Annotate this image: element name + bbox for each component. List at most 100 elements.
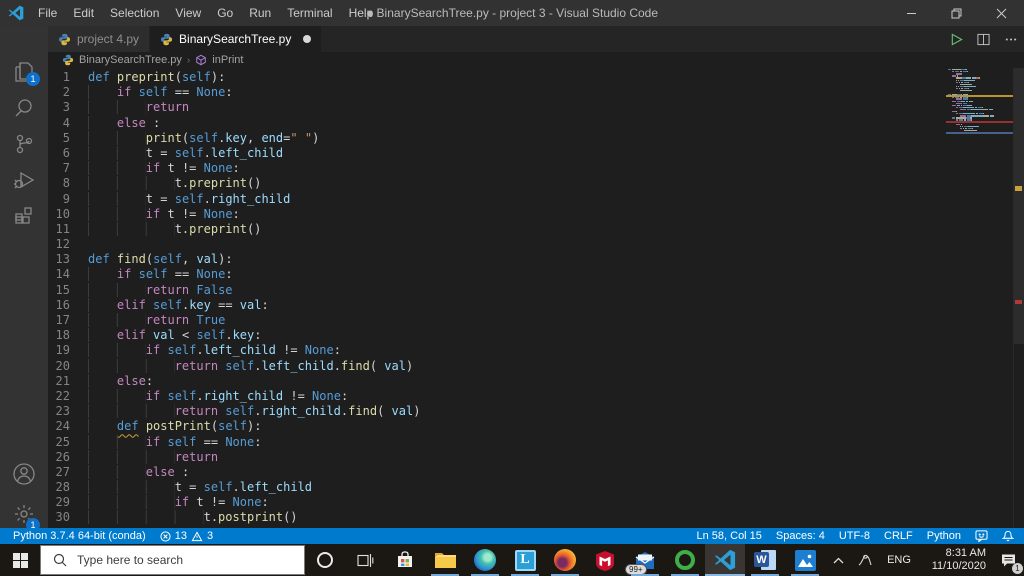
cortana-icon[interactable] — [305, 544, 345, 576]
code-line[interactable]: 28 t = self.left_child — [48, 480, 948, 495]
line-number[interactable]: 17 — [48, 313, 88, 328]
code-line[interactable]: 19 if self.left_child != None: — [48, 343, 948, 358]
green-ring-app-icon[interactable] — [665, 544, 705, 576]
menu-item-view[interactable]: View — [167, 0, 209, 26]
code-line[interactable]: 24 def postPrint(self): — [48, 419, 948, 434]
word-icon[interactable]: W — [745, 544, 785, 576]
extensions-icon[interactable] — [0, 196, 48, 236]
line-number[interactable]: 2 — [48, 85, 88, 100]
python-interpreter[interactable]: Python 3.7.4 64-bit (conda) — [6, 528, 153, 544]
run-python-file-icon[interactable] — [950, 32, 963, 46]
photos-icon[interactable] — [785, 544, 825, 576]
line-number[interactable]: 29 — [48, 495, 88, 510]
line-number[interactable]: 23 — [48, 404, 88, 419]
more-actions-icon[interactable] — [1004, 33, 1018, 46]
line-number[interactable]: 19 — [48, 343, 88, 358]
code-line[interactable]: 27 else : — [48, 464, 948, 480]
code-line[interactable]: 18 elif val < self.key: — [48, 328, 948, 343]
line-number[interactable]: 4 — [48, 116, 88, 131]
menu-item-selection[interactable]: Selection — [102, 0, 167, 26]
code-line[interactable]: 23 return self.right_child.find( val) — [48, 404, 948, 419]
line-number[interactable]: 12 — [48, 237, 88, 252]
line-number[interactable]: 15 — [48, 283, 88, 298]
notifications-bell-icon[interactable] — [995, 528, 1024, 544]
line-number[interactable]: 27 — [48, 465, 88, 480]
tray-pen-icon[interactable] — [850, 544, 880, 576]
line-number[interactable]: 3 — [48, 100, 88, 115]
line-number[interactable]: 28 — [48, 480, 88, 495]
explorer-icon[interactable]: 1 — [0, 52, 48, 92]
line-number[interactable]: 10 — [48, 207, 88, 222]
code-editor[interactable]: 1 def preprint(self): 2 if self == None: 3 … — [48, 68, 1024, 528]
code-line[interactable]: 4 else : — [48, 115, 948, 131]
firefox-icon[interactable] — [545, 544, 585, 576]
tab-binarysearchtree[interactable]: BinarySearchTree.py — [150, 26, 322, 52]
line-number[interactable]: 24 — [48, 419, 88, 434]
code-line[interactable]: 2 if self == None: — [48, 85, 948, 100]
code-line[interactable]: 21 else: — [48, 373, 948, 389]
code-line[interactable]: 29 if t != None: — [48, 495, 948, 510]
code-line[interactable]: 25 if self == None: — [48, 434, 948, 450]
line-number[interactable]: 26 — [48, 450, 88, 465]
clock[interactable]: 8:31 AM 11/10/2020 — [918, 544, 992, 576]
code-line[interactable]: 22 if self.right_child != None: — [48, 388, 948, 404]
menu-item-edit[interactable]: Edit — [65, 0, 102, 26]
lockdown-browser-icon[interactable]: L — [505, 544, 545, 576]
breadcrumb-symbol[interactable]: inPrint — [212, 54, 243, 66]
file-explorer-icon[interactable] — [425, 544, 465, 576]
code-line[interactable]: 20 return self.left_child.find( val) — [48, 358, 948, 374]
close-button[interactable] — [979, 0, 1024, 26]
encoding[interactable]: UTF-8 — [832, 528, 877, 544]
line-number[interactable]: 14 — [48, 267, 88, 282]
indentation[interactable]: Spaces: 4 — [769, 528, 832, 544]
task-view-icon[interactable] — [345, 544, 385, 576]
code-line[interactable]: 14 if self == None: — [48, 267, 948, 282]
code-line[interactable]: 16 elif self.key == val: — [48, 297, 948, 313]
cursor-position[interactable]: Ln 58, Col 15 — [689, 528, 768, 544]
code-line[interactable]: 26 return — [48, 449, 948, 465]
menu-item-run[interactable]: Run — [241, 0, 279, 26]
line-number[interactable]: 5 — [48, 131, 88, 146]
action-center-icon[interactable]: 1 — [992, 544, 1024, 576]
line-number[interactable]: 22 — [48, 389, 88, 404]
line-number[interactable]: 16 — [48, 298, 88, 313]
code-line[interactable]: 9 t = self.right_child — [48, 191, 948, 207]
start-button[interactable] — [0, 544, 40, 576]
line-number[interactable]: 30 — [48, 510, 88, 525]
language-mode[interactable]: Python — [920, 528, 968, 544]
minimize-button[interactable] — [889, 0, 934, 26]
code-line[interactable]: 13 def find(self, val): — [48, 252, 948, 267]
tray-chevron-up-icon[interactable] — [826, 544, 850, 576]
modified-dot-icon[interactable] — [303, 35, 312, 43]
code-line[interactable]: 5 print(self.key, end=" ") — [48, 130, 948, 146]
eol-sequence[interactable]: CRLF — [877, 528, 920, 544]
code-line[interactable]: 1 def preprint(self): — [48, 70, 948, 85]
code-line[interactable]: 3 return — [48, 100, 948, 115]
edge-browser-icon[interactable] — [465, 544, 505, 576]
run-debug-icon[interactable] — [0, 160, 48, 200]
code-line[interactable]: 15 return False — [48, 282, 948, 298]
language-indicator[interactable]: ENG — [880, 544, 918, 576]
feedback-icon[interactable] — [968, 528, 995, 544]
minimap[interactable] — [946, 69, 1013, 527]
line-number[interactable]: 8 — [48, 176, 88, 191]
code-line[interactable]: 8 t.preprint() — [48, 176, 948, 191]
line-number[interactable]: 9 — [48, 192, 88, 207]
menu-item-file[interactable]: File — [30, 0, 65, 26]
tab-project4[interactable]: project 4.py — [48, 26, 151, 52]
code-line[interactable]: 7 if t != None: — [48, 161, 948, 176]
account-icon[interactable] — [0, 454, 48, 494]
breadcrumb-file[interactable]: BinarySearchTree.py — [79, 54, 182, 66]
code-line[interactable]: 11 t.preprint() — [48, 221, 948, 237]
menu-item-terminal[interactable]: Terminal — [279, 0, 340, 26]
mcafee-icon[interactable] — [585, 544, 625, 576]
code-line[interactable]: 6 t = self.left_child — [48, 145, 948, 161]
mail-icon[interactable]: 99+ — [625, 544, 665, 576]
restore-button[interactable] — [934, 0, 979, 26]
code-line[interactable]: 17 return True — [48, 313, 948, 328]
line-number[interactable]: 18 — [48, 328, 88, 343]
line-number[interactable]: 7 — [48, 161, 88, 176]
vscode-taskbar-icon[interactable] — [705, 544, 745, 576]
line-number[interactable]: 25 — [48, 435, 88, 450]
line-number[interactable]: 11 — [48, 222, 88, 237]
